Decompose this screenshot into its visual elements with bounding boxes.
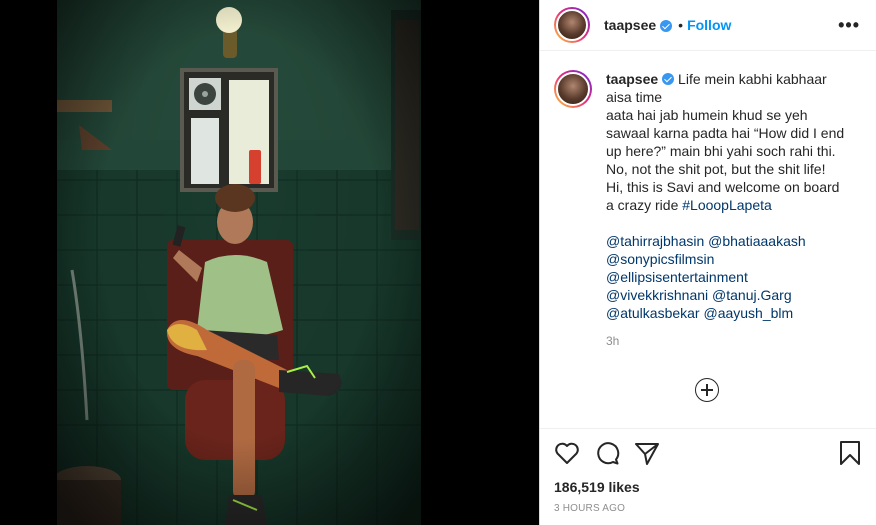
avatar[interactable]	[554, 7, 590, 43]
share-icon[interactable]	[634, 440, 660, 466]
caption-line-1: taapsee Life mein kabhi kabhaar	[606, 70, 846, 88]
instagram-post-view: taapsee • Follow ••• taapsee Life mein k…	[0, 0, 876, 525]
caption-row: taapsee Life mein kabhi kabhaar aisa tim…	[554, 70, 860, 322]
caption-text: Hi, this is Savi and welcome on board	[606, 179, 840, 195]
comment-icon[interactable]	[594, 440, 620, 466]
post-photo[interactable]	[57, 0, 421, 525]
heart-icon[interactable]	[554, 441, 580, 465]
caption-text: No, not the shit pot, but the shit life!	[606, 161, 826, 177]
post-photo-illustration	[57, 0, 421, 525]
comments-section: taapsee Life mein kabhi kabhaar aisa tim…	[540, 52, 876, 427]
verified-badge-icon	[662, 73, 675, 85]
hashtag-link[interactable]: #LooopLapeta	[682, 197, 772, 213]
mentions-link[interactable]: @tahirrajbhasin @bhatiaaakash	[606, 232, 846, 250]
caption-line-8: a crazy ride #LooopLapeta	[606, 196, 846, 214]
mentions-link[interactable]: @atulkasbekar @aayush_blm	[606, 304, 846, 322]
action-icons	[554, 439, 862, 467]
separator-dot: •	[678, 17, 684, 33]
more-options-icon[interactable]: •••	[838, 15, 860, 36]
avatar-image	[556, 9, 588, 41]
post-timestamp[interactable]: 3 HOURS AGO	[554, 503, 862, 514]
caption-avatar-image	[556, 72, 590, 106]
username-link[interactable]: taapsee	[604, 17, 656, 33]
caption-text: up here?” main bhi yahi soch rahi thi.	[606, 143, 836, 159]
caption-text: aata hai jab humein khud se yeh	[606, 107, 808, 123]
post-header: taapsee • Follow •••	[540, 0, 876, 51]
caption-text: Life mein kabhi kabhaar	[678, 71, 827, 87]
mentions-link[interactable]: @sonypicsfilmsin	[606, 250, 846, 268]
mentions-link[interactable]: @vivekkrishnani @tanuj.Garg	[606, 286, 846, 304]
follow-button[interactable]: Follow	[687, 17, 731, 33]
likes-count[interactable]: 186,519 likes	[554, 479, 862, 495]
mentions-link[interactable]: @ellipsisentertainment	[606, 268, 846, 286]
caption-text: a crazy ride	[606, 197, 679, 213]
caption-username-link[interactable]: taapsee	[606, 71, 658, 87]
post-caption: taapsee Life mein kabhi kabhaar aisa tim…	[606, 70, 846, 322]
plus-circle-icon[interactable]	[695, 378, 719, 402]
caption-text: sawaal karna padta hai “How did I end	[606, 125, 845, 141]
post-side-panel: taapsee • Follow ••• taapsee Life mein k…	[539, 0, 876, 525]
caption-timestamp[interactable]: 3h	[606, 334, 860, 348]
caption-avatar[interactable]	[554, 70, 592, 108]
verified-badge-icon	[660, 20, 673, 32]
post-actions: 186,519 likes 3 HOURS AGO	[540, 428, 876, 514]
bookmark-icon[interactable]	[838, 440, 862, 466]
caption-text: aisa time	[606, 89, 663, 105]
